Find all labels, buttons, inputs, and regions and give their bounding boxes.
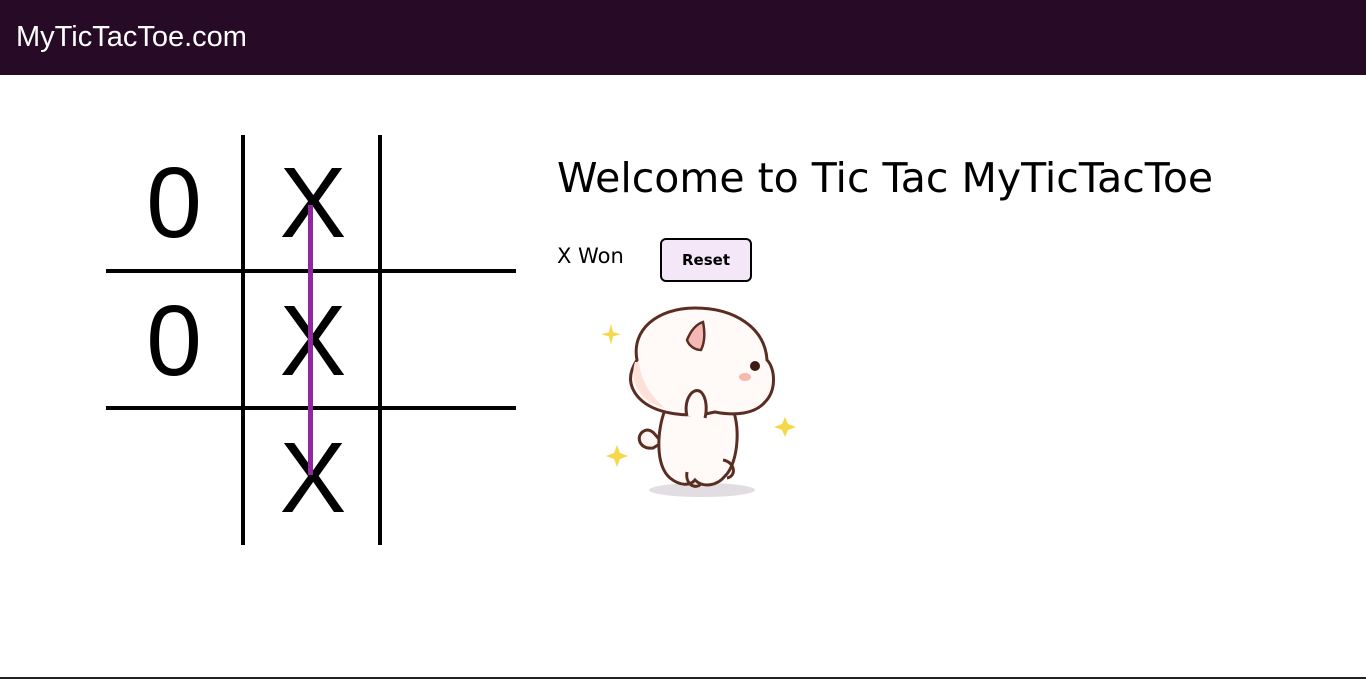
board-cell-1[interactable]: X (245, 135, 381, 271)
board-cell-0[interactable]: 0 (106, 135, 242, 271)
board-cell-3[interactable]: 0 (106, 273, 242, 409)
bottom-divider (0, 677, 1366, 679)
cat-celebration-sticker-icon (601, 306, 796, 497)
navbar: MyTicTacToe.com (0, 0, 1366, 75)
board-cell-6[interactable] (106, 410, 242, 546)
brand-link[interactable]: MyTicTacToe.com (16, 19, 247, 55)
tic-tac-toe-board: 0 X 0 X X (106, 135, 516, 545)
board-cell-5[interactable] (382, 273, 518, 409)
page-title: Welcome to Tic Tac MyTicTacToe (557, 154, 1214, 202)
winning-line (308, 205, 313, 475)
board-cell-7[interactable]: X (245, 410, 381, 546)
board-cell-4[interactable]: X (245, 273, 381, 409)
game-status: X Won (557, 244, 624, 268)
board-cell-8[interactable] (382, 410, 518, 546)
reset-button[interactable]: Reset (660, 238, 752, 282)
board-cell-2[interactable] (382, 135, 518, 271)
